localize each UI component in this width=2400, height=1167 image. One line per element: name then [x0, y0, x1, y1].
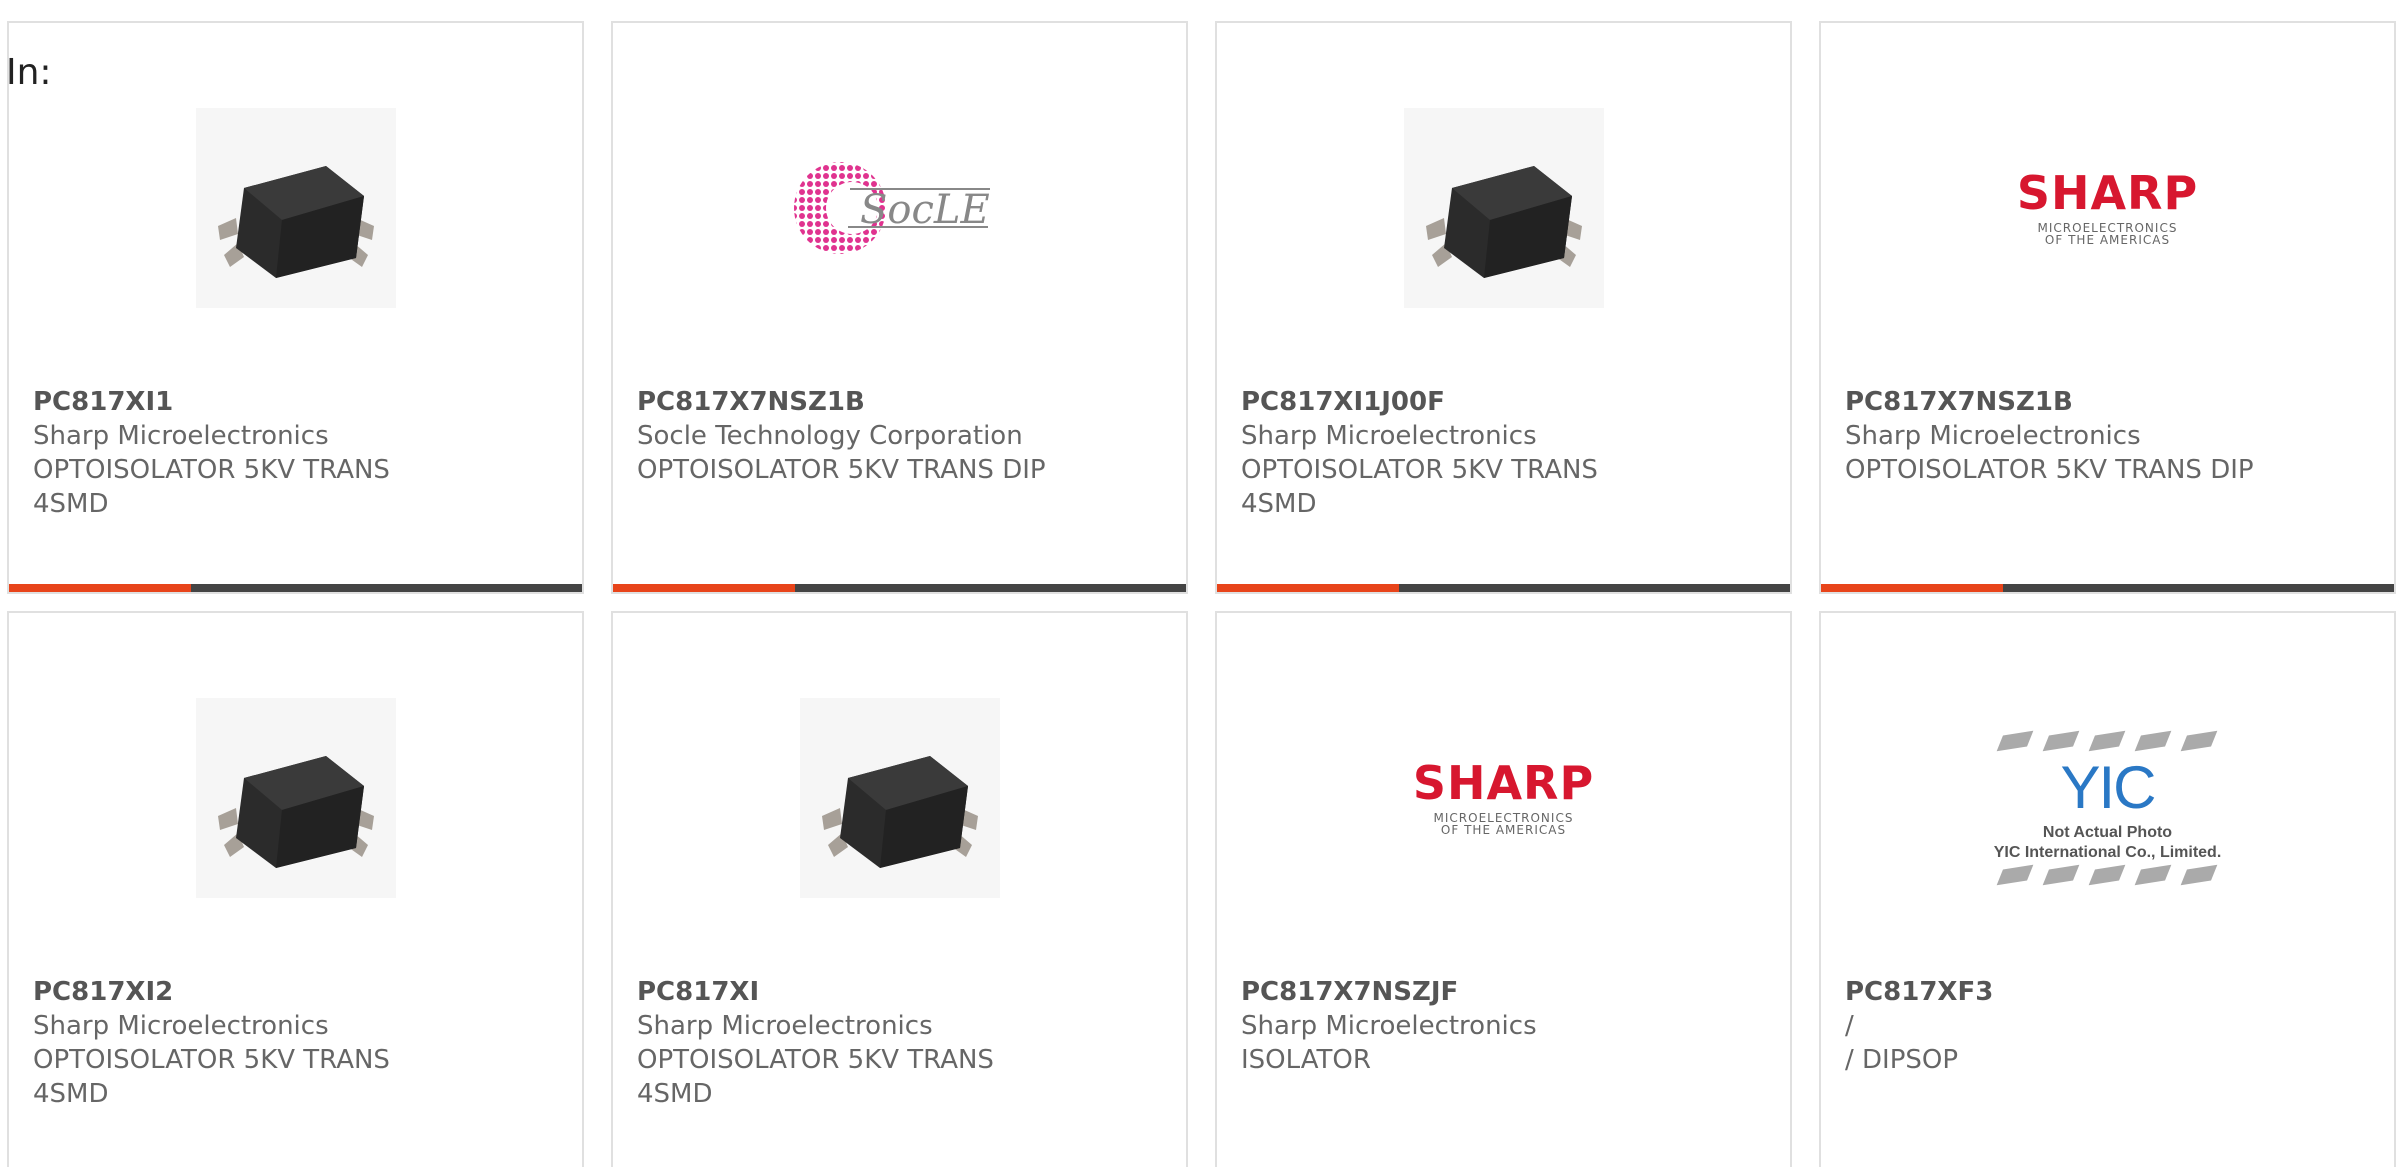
sharp-logo-icon: SHARP MICROELECTRONICS OF THE AMERICAS: [2017, 170, 2198, 246]
chip-cluster-icon: [1994, 864, 2222, 886]
product-card[interactable]: PC817XI Sharp Microelectronics OPTOISOLA…: [611, 611, 1188, 1167]
part-number[interactable]: PC817X7NSZJF: [1241, 975, 1770, 1009]
product-image[interactable]: [1217, 93, 1790, 323]
yic-caption: Not Actual Photo: [2042, 824, 2173, 841]
product-image[interactable]: [9, 93, 582, 323]
manufacturer: Socle Technology Corporation: [637, 421, 1023, 451]
card-bottom-bar: [1821, 584, 2394, 592]
chip-cluster-icon: [1994, 730, 2222, 752]
yic-caption: YIC International Co., Limited.: [1993, 844, 2222, 861]
part-number[interactable]: PC817X7NSZ1B: [1845, 385, 2374, 419]
card-accent-bar: [9, 584, 191, 592]
sharp-logo-text: SHARP: [2016, 166, 2199, 220]
part-number[interactable]: PC817XI1: [33, 385, 562, 419]
part-number[interactable]: PC817XI1J00F: [1241, 385, 1770, 419]
card-accent-bar: [1821, 584, 2003, 592]
card-bottom-bar: [1217, 584, 1790, 592]
yic-placeholder-icon: YIC Not Actual Photo YIC International C…: [1993, 729, 2222, 887]
description-line: OPTOISOLATOR 5KV TRANS DIP: [1845, 455, 2254, 485]
part-number[interactable]: PC817XI2: [33, 975, 562, 1009]
product-image[interactable]: YIC Not Actual Photo YIC International C…: [1821, 693, 2394, 923]
product-image[interactable]: SHARP MICROELECTRONICS OF THE AMERICAS: [1217, 683, 1790, 913]
optoisolator-chip-icon: [195, 108, 396, 308]
sharp-logo-sub: OF THE AMERICAS: [2044, 233, 2171, 247]
manufacturer: Sharp Microelectronics: [1241, 421, 1537, 451]
manufacturer: /: [1845, 1011, 1854, 1041]
optoisolator-chip-icon: [195, 698, 396, 898]
product-card[interactable]: SocLE PC817X7NSZ1B Socle Technology Corp…: [611, 21, 1188, 594]
description-line: OPTOISOLATOR 5KV TRANS: [1241, 455, 1598, 485]
manufacturer: Sharp Microelectronics: [1845, 421, 2141, 451]
part-number[interactable]: PC817X7NSZ1B: [637, 385, 1166, 419]
product-image[interactable]: [9, 683, 582, 913]
part-number[interactable]: PC817XI: [637, 975, 1166, 1009]
product-image[interactable]: SocLE: [613, 93, 1186, 323]
product-card[interactable]: PC817XI2 Sharp Microelectronics OPTOISOL…: [7, 611, 584, 1167]
product-card[interactable]: SHARP MICROELECTRONICS OF THE AMERICAS P…: [1215, 611, 1792, 1167]
description-line: 4SMD: [33, 1079, 109, 1109]
description-line: OPTOISOLATOR 5KV TRANS: [637, 1045, 994, 1075]
description-line: 4SMD: [637, 1079, 713, 1109]
description-line: 4SMD: [1241, 489, 1317, 519]
optoisolator-chip-icon: [1403, 108, 1604, 308]
optoisolator-chip-icon: [799, 698, 1000, 898]
description-line: 4SMD: [33, 489, 109, 519]
manufacturer: Sharp Microelectronics: [33, 1011, 329, 1041]
manufacturer: Sharp Microelectronics: [33, 421, 329, 451]
description-line: OPTOISOLATOR 5KV TRANS: [33, 1045, 390, 1075]
sharp-logo-icon: SHARP MICROELECTRONICS OF THE AMERICAS: [1413, 760, 1594, 836]
description-line: OPTOISOLATOR 5KV TRANS: [33, 455, 390, 485]
product-card[interactable]: PC817XI1J00F Sharp Microelectronics OPTO…: [1215, 21, 1792, 594]
product-card[interactable]: YIC Not Actual Photo YIC International C…: [1819, 611, 2396, 1167]
product-grid-page: In: PC817XI1 Sharp Microelectronics OPTO…: [0, 0, 2400, 1167]
description-line: / DIPSOP: [1845, 1045, 1959, 1075]
description-line: ISOLATOR: [1241, 1045, 1371, 1075]
description-line: OPTOISOLATOR 5KV TRANS DIP: [637, 455, 1046, 485]
product-image[interactable]: SHARP MICROELECTRONICS OF THE AMERICAS: [1821, 93, 2394, 323]
sharp-logo-text: SHARP: [1412, 756, 1595, 810]
manufacturer: Sharp Microelectronics: [1241, 1011, 1537, 1041]
yic-logo-text: YIC: [2060, 754, 2156, 821]
manufacturer: Sharp Microelectronics: [637, 1011, 933, 1041]
card-bottom-bar: [9, 584, 582, 592]
sharp-logo-sub: OF THE AMERICAS: [1440, 823, 1567, 837]
product-card[interactable]: PC817XI1 Sharp Microelectronics OPTOISOL…: [7, 21, 584, 594]
product-image[interactable]: [613, 683, 1186, 913]
socle-logo-icon: SocLE: [793, 162, 990, 254]
card-accent-bar: [613, 584, 795, 592]
product-card[interactable]: SHARP MICROELECTRONICS OF THE AMERICAS P…: [1819, 21, 2396, 594]
card-accent-bar: [1217, 584, 1399, 592]
card-bottom-bar: [613, 584, 1186, 592]
in-label: In:: [6, 52, 52, 93]
part-number[interactable]: PC817XF3: [1845, 975, 2374, 1009]
